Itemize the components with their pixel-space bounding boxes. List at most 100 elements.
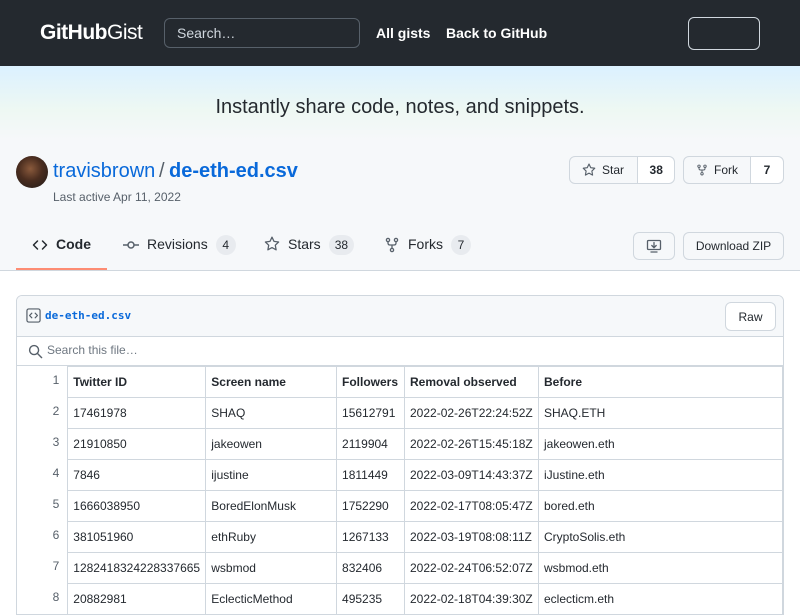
revisions-count: 4 (215, 235, 236, 255)
download-zip-button[interactable]: Download ZIP (683, 232, 784, 260)
star-button-group: Star 38 (569, 156, 675, 184)
file-header: de-eth-ed.csv Raw (17, 296, 783, 337)
header-action-button[interactable] (688, 17, 760, 50)
stars-count: 38 (328, 235, 355, 255)
file-search-input[interactable] (47, 343, 547, 357)
cell-twitter-id: 381051960 (67, 521, 207, 553)
line-number[interactable]: 6 (17, 521, 69, 553)
column-header: Followers (336, 366, 405, 398)
logo-gist-text: Gist (106, 21, 143, 44)
fork-label: Fork (714, 163, 738, 177)
cell-screen-name: ethRuby (205, 521, 338, 553)
cell-followers: 495235 (336, 583, 405, 614)
cell-screen-name: BoredElonMusk (205, 490, 338, 522)
file-name-link[interactable]: de-eth-ed.csv (45, 309, 131, 322)
last-active-text: Last active Apr 11, 2022 (53, 190, 181, 204)
cell-followers: 1752290 (336, 490, 405, 522)
cell-before: bored.eth (537, 490, 783, 522)
line-number[interactable]: 5 (17, 490, 69, 522)
cell-removal-observed: 2022-02-26T15:45:18Z (404, 428, 539, 460)
active-tab-indicator (16, 268, 107, 270)
table-header-row: 1 Twitter ID Screen name Followers Remov… (17, 366, 783, 398)
nav-back-to-github[interactable]: Back to GitHub (446, 25, 547, 41)
tab-stars-label: Stars (288, 236, 321, 252)
cell-twitter-id: 20882981 (67, 583, 207, 614)
csv-table: 1 Twitter ID Screen name Followers Remov… (17, 366, 783, 614)
cell-followers: 2119904 (336, 428, 405, 460)
fork-button[interactable]: Fork (684, 157, 750, 183)
cell-twitter-id: 17461978 (67, 397, 207, 429)
cell-screen-name: wsbmod (205, 552, 338, 584)
cell-screen-name: ijustine (205, 459, 338, 491)
tab-stars[interactable]: Stars 38 (264, 235, 355, 270)
top-navbar: GitHubGist All gists Back to GitHub (0, 0, 800, 66)
banner-tagline: Instantly share code, notes, and snippet… (215, 96, 585, 118)
cell-screen-name: EclecticMethod (205, 583, 338, 614)
cell-twitter-id: 21910850 (67, 428, 207, 460)
fork-count[interactable]: 7 (750, 157, 783, 183)
star-icon (582, 163, 596, 176)
file-search-bar (17, 337, 783, 366)
search-icon (28, 344, 43, 359)
column-header: Before (537, 366, 783, 398)
fork-icon (697, 164, 707, 176)
download-desktop-button[interactable] (633, 232, 675, 260)
cell-screen-name: jakeowen (205, 428, 338, 460)
path-separator: / (159, 160, 165, 182)
table-row: 7 1282418324228337665 wsbmod 832406 2022… (17, 552, 783, 584)
nav-all-gists[interactable]: All gists (376, 25, 430, 41)
cell-followers: 1811449 (336, 459, 405, 491)
cell-before: eclecticm.eth (537, 583, 783, 614)
column-header: Screen name (205, 366, 338, 398)
forks-count: 7 (451, 235, 471, 255)
line-number[interactable]: 2 (17, 397, 69, 429)
star-icon (264, 236, 280, 251)
file-code-icon (26, 308, 41, 323)
table-row: 5 1666038950 BoredElonMusk 1752290 2022-… (17, 490, 783, 522)
file-box: de-eth-ed.csv Raw 1 Twitter ID Screen na… (16, 295, 784, 615)
line-number[interactable]: 4 (17, 459, 69, 491)
star-count[interactable]: 38 (637, 157, 674, 183)
cell-removal-observed: 2022-02-26T22:24:52Z (404, 397, 539, 429)
star-button[interactable]: Star (570, 157, 637, 183)
table-row: 6 381051960 ethRuby 1267133 2022-03-19T0… (17, 521, 783, 553)
star-label: Star (602, 163, 625, 177)
cell-followers: 832406 (336, 552, 405, 584)
cell-removal-observed: 2022-02-24T06:52:07Z (404, 552, 539, 584)
cell-before: iJustine.eth (537, 459, 783, 491)
line-number[interactable]: 1 (17, 366, 69, 398)
cell-removal-observed: 2022-02-17T08:05:47Z (404, 490, 539, 522)
cell-screen-name: SHAQ (205, 397, 338, 429)
raw-button[interactable]: Raw (725, 302, 776, 331)
cell-before: CryptoSolis.eth (537, 521, 783, 553)
cell-before: SHAQ.ETH (537, 397, 783, 429)
gist-owner-link[interactable]: travisbrown (53, 160, 155, 183)
table-row: 4 7846 ijustine 1811449 2022-03-09T14:43… (17, 459, 783, 491)
cell-removal-observed: 2022-03-09T14:43:37Z (404, 459, 539, 491)
avatar[interactable] (16, 156, 48, 188)
line-number[interactable]: 7 (17, 552, 69, 584)
table-row: 3 21910850 jakeowen 2119904 2022-02-26T1… (17, 428, 783, 460)
commit-icon (123, 241, 139, 249)
tab-code-label: Code (56, 236, 91, 252)
cell-followers: 15612791 (336, 397, 405, 429)
tab-revisions-label: Revisions (147, 236, 208, 252)
tab-revisions[interactable]: Revisions 4 (123, 235, 236, 270)
column-header: Removal observed (404, 366, 539, 398)
table-row: 2 17461978 SHAQ 15612791 2022-02-26T22:2… (17, 397, 783, 429)
line-number[interactable]: 8 (17, 583, 69, 614)
gist-name-link[interactable]: de-eth-ed.csv (169, 160, 298, 183)
cell-twitter-id: 1282418324228337665 (67, 552, 207, 584)
cell-removal-observed: 2022-02-18T04:39:30Z (404, 583, 539, 614)
tab-code[interactable]: Code (32, 236, 91, 270)
line-number[interactable]: 3 (17, 428, 69, 460)
cell-twitter-id: 7846 (67, 459, 207, 491)
table-row: 8 20882981 EclecticMethod 495235 2022-02… (17, 583, 783, 614)
search-input[interactable] (164, 18, 360, 48)
cell-removal-observed: 2022-03-19T08:08:11Z (404, 521, 539, 553)
cell-twitter-id: 1666038950 (67, 490, 207, 522)
code-icon (32, 240, 48, 250)
fork-icon (385, 237, 399, 253)
tab-forks[interactable]: Forks 7 (384, 235, 471, 270)
github-gist-logo[interactable]: GitHubGist (40, 21, 143, 45)
